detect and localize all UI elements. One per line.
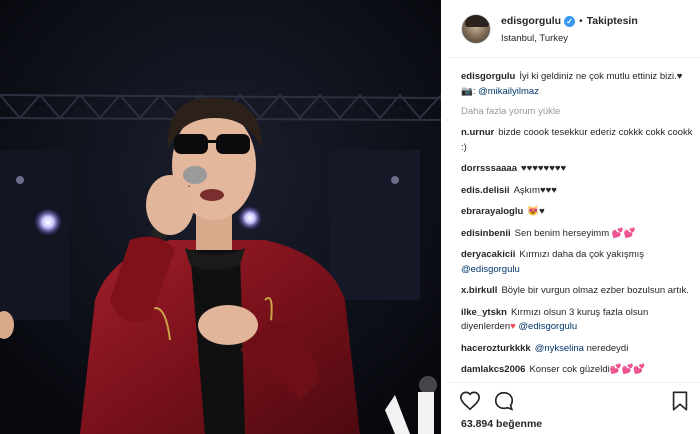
following-button[interactable]: Takiptesin xyxy=(587,15,638,27)
comment-username[interactable]: deryacakicii xyxy=(461,249,515,260)
caption: edisgorgulu İyi ki geldiniz ne çok mutlu … xyxy=(461,70,693,99)
comment-text: Böyle bir vurgun olmaz ezber bozulsun ar… xyxy=(501,285,689,296)
comment-username[interactable]: ebrarayaloglu xyxy=(461,206,523,217)
action-bar: 63.894 beğenme xyxy=(447,382,700,434)
comment-mention[interactable]: @edisgorgulu xyxy=(461,264,520,275)
comment-text: neredeydi xyxy=(583,342,629,354)
comment-username[interactable]: dorrsssaaaa xyxy=(461,163,517,174)
comment-username[interactable]: ilke_ytskn xyxy=(461,307,507,318)
post-location[interactable]: Istanbul, Turkey xyxy=(501,33,568,44)
load-more-comments-button[interactable]: Daha fazla yorum yükle xyxy=(461,106,693,117)
comment-username[interactable]: x.birkull xyxy=(461,285,497,296)
comment-text: bizde coook tesekkur ederiz cokkk cokk c… xyxy=(461,127,693,153)
comment-text: Aşkım♥♥♥ xyxy=(513,184,557,196)
comment-username[interactable]: n.urnur xyxy=(461,127,494,138)
verified-badge-icon: ✓ xyxy=(564,15,576,27)
caption-mention[interactable]: @mikailyilmaz xyxy=(478,86,539,97)
list-item: edis.delisii Aşkım♥♥♥ xyxy=(461,184,693,199)
list-item: hacerozturkkkk @nykselina neredeydi xyxy=(461,342,693,357)
post-username[interactable]: edisgorgulu xyxy=(501,15,561,27)
comment-hearts: 💕💕 xyxy=(611,227,636,239)
comment-text: Kırmızı daha da çok yakışmış xyxy=(519,249,645,260)
caption-username[interactable]: edisgorgulu xyxy=(461,71,515,82)
list-item: damlakcs2006 Konser cok güzeldi💕💕💕 xyxy=(461,363,693,378)
comments-list[interactable]: edisgorgulu İyi ki geldiniz ne çok mutlu … xyxy=(461,70,693,382)
comment-text: Sen benim herseyimm xyxy=(514,227,612,239)
bookmark-icon[interactable] xyxy=(669,390,691,412)
list-item: ebrarayaloglu 😻♥ xyxy=(461,205,693,220)
comment-text: 😻♥ xyxy=(527,206,545,217)
list-item: x.birkull Böyle bir vurgun olmaz ezber bo… xyxy=(461,284,693,299)
comment-text: ♥♥♥♥♥♥♥♥ xyxy=(520,163,567,174)
heart-outline-icon[interactable] xyxy=(459,390,481,412)
list-item: deryacakicii Kırmızı daha da çok yakışmış… xyxy=(461,248,693,277)
list-item: ilke_ytskn Kırmızı olsun 3 kuruş fazla ol… xyxy=(461,306,693,335)
comment-hearts: 💕💕💕 xyxy=(609,364,646,375)
comment-mention[interactable]: @edisgorgulu xyxy=(516,321,577,332)
comment-username[interactable]: hacerozturkkkk xyxy=(461,343,531,354)
post-header: edisgorgulu ✓ • Takiptesin Istanbul, Tur… xyxy=(447,0,700,58)
comment-mention[interactable]: @nykselina xyxy=(535,343,584,354)
username-row: edisgorgulu ✓ • Takiptesin xyxy=(501,15,638,27)
list-item: n.urnur bizde coook tesekkur ederiz cokkk… xyxy=(461,126,693,155)
concert-singer-image xyxy=(0,0,441,434)
instagram-post-view: edisgorgulu ✓ • Takiptesin Istanbul, Tur… xyxy=(0,0,700,434)
comment-username[interactable]: edis.delisii xyxy=(461,185,510,196)
comment-text: Konser cok güzeldi xyxy=(529,364,610,375)
post-photo[interactable] xyxy=(0,0,441,434)
comment-username[interactable]: damlakcs2006 xyxy=(461,364,525,375)
list-item: edisinbenii Sen benim herseyimm 💕💕 xyxy=(461,227,693,242)
avatar[interactable] xyxy=(461,14,491,44)
separator-dot: • xyxy=(579,15,583,27)
post-side-panel: edisgorgulu ✓ • Takiptesin Istanbul, Tur… xyxy=(447,0,700,434)
list-item: dorrsssaaaa ♥♥♥♥♥♥♥♥ xyxy=(461,162,693,177)
comment-username[interactable]: edisinbenii xyxy=(461,228,511,239)
likes-count[interactable]: 63.894 beğenme xyxy=(461,418,542,430)
speech-bubble-icon[interactable] xyxy=(493,390,515,412)
